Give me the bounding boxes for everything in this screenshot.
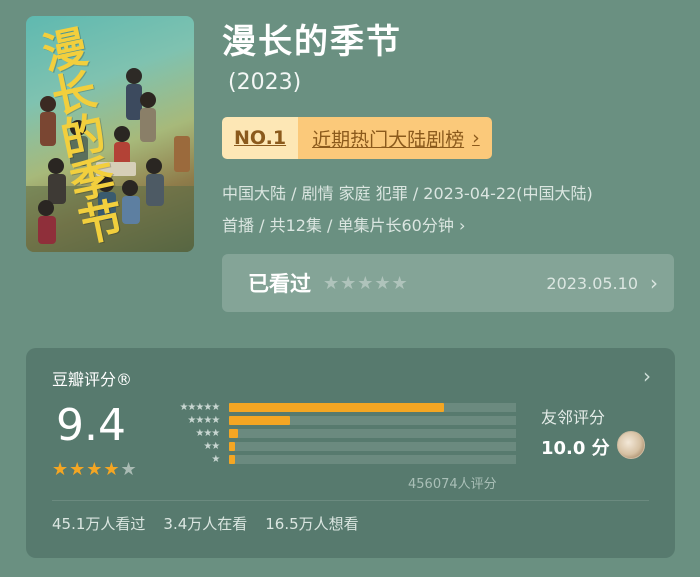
rank-list-label: 近期热门大陆剧榜: [312, 128, 465, 151]
friend-rating-score: 10.0 分: [541, 438, 610, 459]
distribution-track: [229, 429, 516, 438]
chevron-right-icon[interactable]: ›: [643, 364, 651, 388]
release-year: (2023): [228, 70, 302, 95]
poster-image[interactable]: 漫长的季节: [26, 16, 194, 252]
rating-distribution-row: ★★★★: [156, 414, 516, 427]
rank-list-link[interactable]: 近期热门大陆剧榜 ›: [298, 117, 492, 159]
rating-distribution-row: ★: [156, 453, 516, 466]
rating-distribution-row: ★★: [156, 440, 516, 453]
distribution-stars: ★★★: [195, 428, 220, 439]
douban-rating-card[interactable]: 豆瓣评分® › 9.4 ★★★★★ ★★★★★ ★★★★ ★★★ ★★ ★ 456074…: [26, 348, 675, 558]
friend-rating-label: 友邻评分: [541, 408, 606, 427]
rating-card-title: 豆瓣评分®: [52, 370, 133, 389]
stat-want-to-watch[interactable]: 16.5万人想看: [265, 513, 358, 534]
distribution-stars: ★★★★: [187, 415, 220, 426]
distribution-bar: [229, 403, 444, 412]
rank-number: NO.1: [222, 117, 299, 159]
show-meta[interactable]: 中国大陆 / 剧情 家庭 犯罪 / 2023-04-22(中国大陆) 首播 / …: [222, 178, 682, 242]
distribution-track: [229, 416, 516, 425]
rating-star-half: ★: [120, 459, 138, 480]
distribution-stars: ★★★★★: [179, 402, 220, 413]
distribution-track: [229, 442, 516, 451]
meta-line-1: 中国大陆 / 剧情 家庭 犯罪 / 2023-04-22(中国大陆): [222, 184, 593, 203]
chevron-right-icon: ›: [458, 216, 466, 235]
meta-line-2: 首播 / 共12集 / 单集片长60分钟: [222, 216, 454, 235]
rater-count: 456074人评分: [408, 477, 497, 492]
distribution-bar: [229, 429, 238, 438]
watched-label: 已看过: [248, 272, 311, 296]
page-title: 漫长的季节: [222, 22, 402, 62]
chevron-right-icon: ›: [472, 127, 480, 149]
user-rating-stars[interactable]: ★★★★★: [323, 273, 409, 294]
rating-stars-full: ★★★★: [52, 459, 121, 480]
distribution-track: [229, 403, 516, 412]
rating-score: 9.4: [56, 400, 126, 451]
distribution-stars: ★: [211, 454, 220, 465]
meta-line-2-row: 首播 / 共12集 / 单集片长60分钟 ›: [222, 210, 682, 242]
rating-stars: ★★★★★: [52, 459, 138, 480]
divider: [52, 500, 649, 501]
distribution-stars: ★★: [203, 441, 220, 452]
distribution-bar: [229, 455, 236, 464]
watched-date: 2023.05.10: [546, 273, 638, 293]
audience-stats: 45.1万人看过 3.4万人在看 16.5万人想看: [52, 513, 359, 534]
watched-status-bar[interactable]: 已看过 ★★★★★ 2023.05.10 ›: [222, 254, 674, 312]
ranking-badge[interactable]: NO.1 近期热门大陆剧榜 ›: [222, 117, 492, 159]
rating-distribution-row: ★★★: [156, 427, 516, 440]
stat-watching[interactable]: 3.4万人在看: [163, 513, 247, 534]
distribution-bar: [229, 416, 291, 425]
rating-distribution: ★★★★★ ★★★★ ★★★ ★★ ★: [156, 401, 516, 466]
rating-distribution-row: ★★★★★: [156, 401, 516, 414]
distribution-bar: [229, 442, 236, 451]
chevron-right-icon: ›: [650, 271, 658, 295]
stat-watched[interactable]: 45.1万人看过: [52, 513, 145, 534]
distribution-track: [229, 455, 516, 464]
friend-avatar[interactable]: [617, 431, 645, 459]
